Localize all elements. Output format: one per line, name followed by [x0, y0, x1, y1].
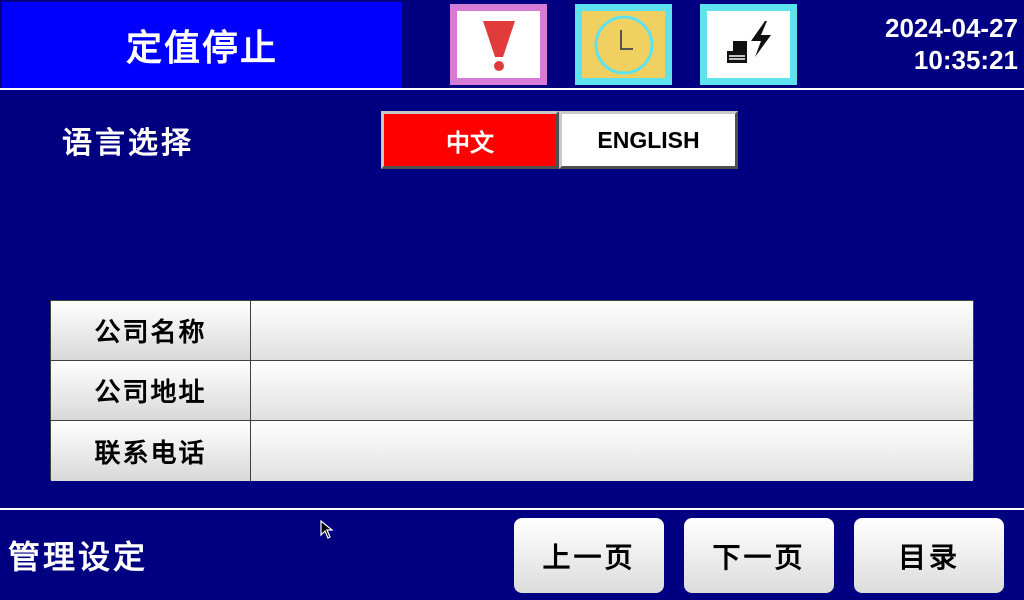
clock-icon [594, 15, 653, 74]
company-name-field[interactable] [251, 301, 973, 360]
time-text: 10:35:21 [913, 45, 1018, 75]
prev-page-button[interactable]: 上一页 [514, 518, 664, 593]
hmi-screen: 定值停止 2024-04-27 10:35:21 语言选择 中文 ENGLISH… [0, 0, 1024, 600]
footer-divider [0, 508, 1024, 510]
language-english-button[interactable]: ENGLISH [559, 111, 738, 169]
header-bar: 定值停止 2024-04-27 10:35:21 [0, 0, 1024, 90]
datetime-display: 2024-04-27 10:35:21 [885, 12, 1018, 76]
language-label: 语言选择 [62, 126, 194, 161]
alarm-exclamation-icon [482, 20, 515, 71]
contact-phone-label: 联系电话 [51, 421, 251, 481]
menu-button[interactable]: 目录 [854, 518, 1004, 593]
clock-button[interactable] [575, 4, 672, 85]
table-row: 联系电话 [51, 421, 973, 481]
company-info-table: 公司名称 公司地址 联系电话 [50, 300, 974, 481]
table-row: 公司地址 [51, 361, 973, 421]
company-address-label: 公司地址 [51, 361, 251, 420]
status-title: 定值停止 [2, 2, 402, 88]
company-address-field[interactable] [251, 361, 973, 420]
power-button[interactable] [700, 4, 797, 85]
page-title: 管理设定 [8, 538, 149, 576]
power-lightning-icon [726, 20, 771, 63]
alarm-button[interactable] [450, 4, 547, 85]
language-chinese-button[interactable]: 中文 [381, 111, 559, 169]
mouse-pointer-icon [320, 520, 334, 539]
date-text: 2024-04-27 [885, 13, 1018, 43]
company-name-label: 公司名称 [51, 301, 251, 360]
contact-phone-field[interactable] [251, 421, 973, 481]
table-row: 公司名称 [51, 301, 973, 361]
next-page-button[interactable]: 下一页 [684, 518, 834, 593]
